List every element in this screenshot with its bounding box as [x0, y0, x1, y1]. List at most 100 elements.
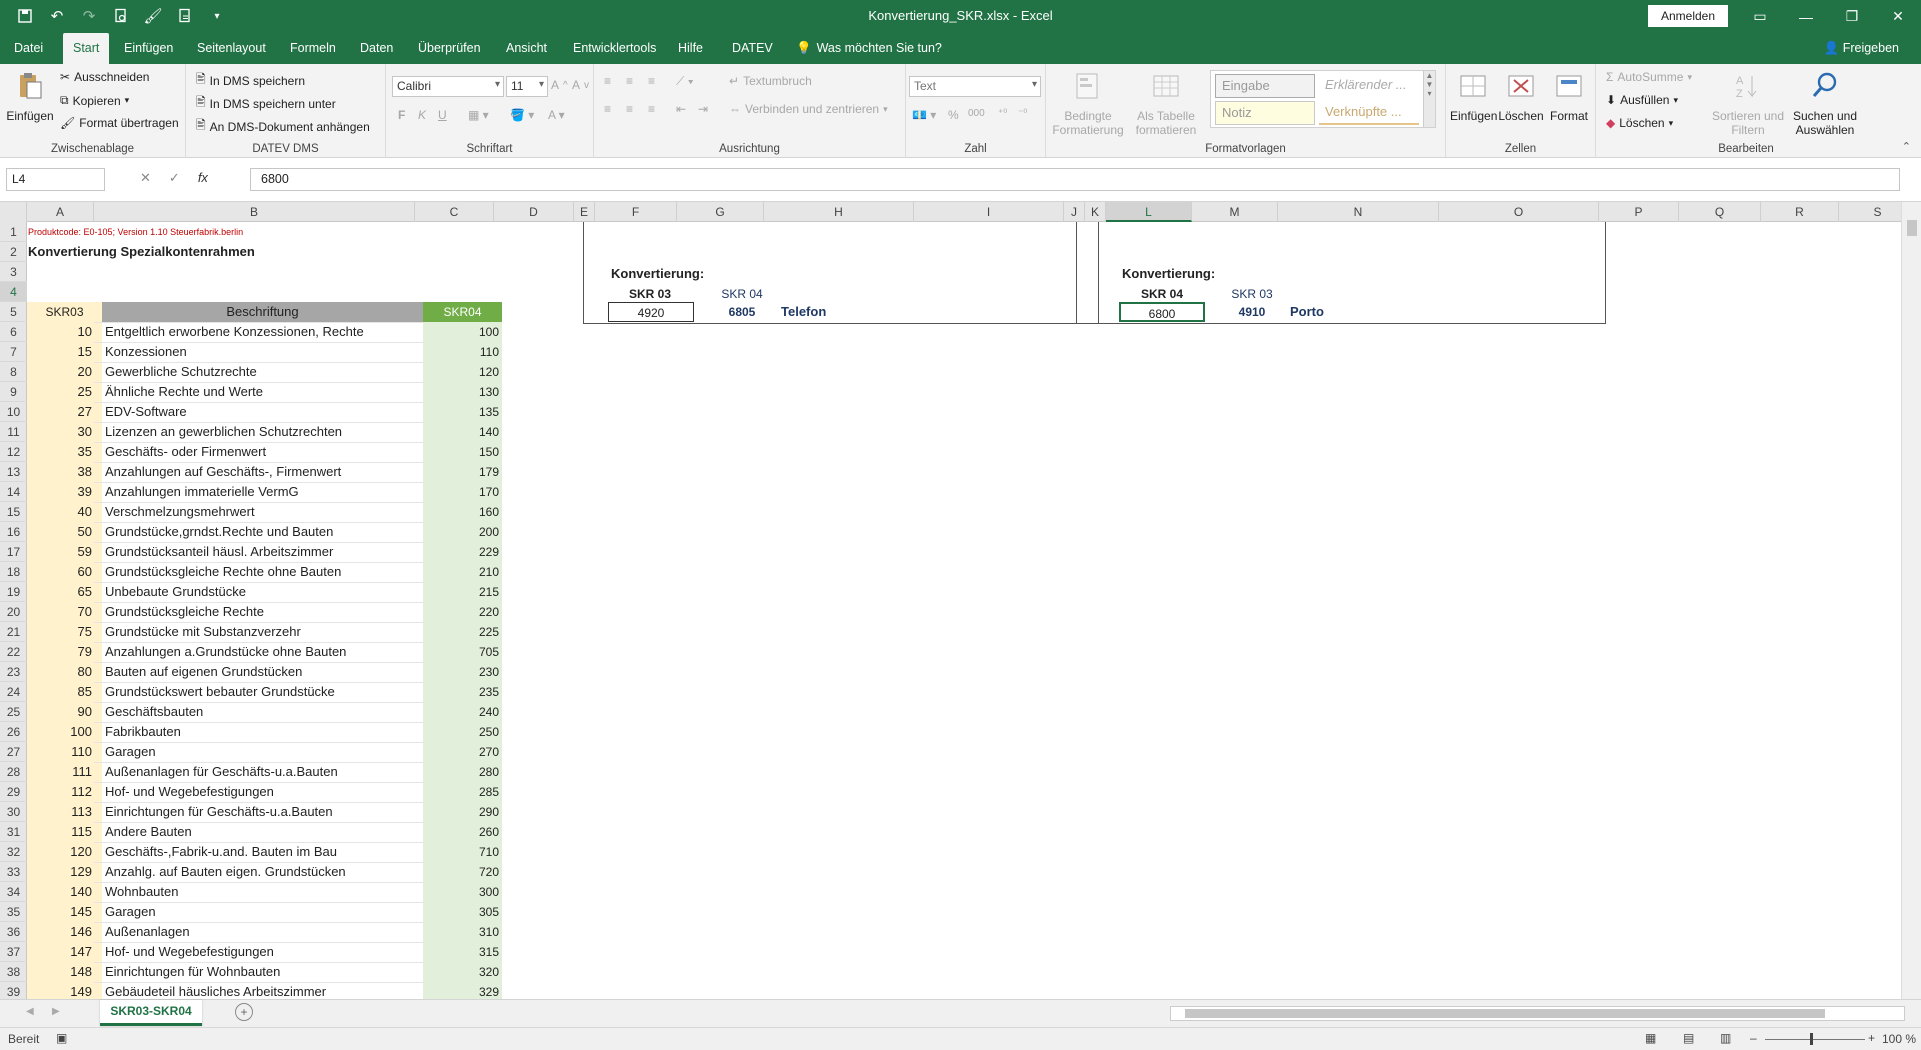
- skr04-cell[interactable]: 220: [423, 602, 502, 622]
- percent-icon[interactable]: %: [948, 108, 959, 122]
- skr03-cell[interactable]: 110: [27, 742, 94, 762]
- row-header[interactable]: 28: [0, 762, 27, 782]
- skr04-cell[interactable]: 100: [423, 322, 502, 342]
- beschriftung-cell[interactable]: Bauten auf eigenen Grundstücken: [102, 662, 423, 682]
- skr03-cell[interactable]: 10: [27, 322, 94, 342]
- row-header[interactable]: 13: [0, 462, 27, 482]
- row-header[interactable]: 36: [0, 922, 27, 942]
- autosum-button[interactable]: Σ AutoSumme ▾: [1606, 70, 1692, 84]
- format-painter-button[interactable]: 🖌 Format übertragen: [60, 116, 179, 130]
- save-icon[interactable]: [14, 5, 36, 27]
- skr04-cell[interactable]: 305: [423, 902, 502, 922]
- skr04-cell[interactable]: 270: [423, 742, 502, 762]
- skr04-cell[interactable]: 150: [423, 442, 502, 462]
- skr04-cell[interactable]: 290: [423, 802, 502, 822]
- font-size-combo[interactable]: 11: [506, 76, 548, 97]
- restore-icon[interactable]: ❐: [1829, 0, 1875, 33]
- skr04-cell[interactable]: 720: [423, 862, 502, 882]
- skr03-cell[interactable]: 25: [27, 382, 94, 402]
- skr04-cell[interactable]: 230: [423, 662, 502, 682]
- beschriftung-cell[interactable]: Unbebaute Grundstücke: [102, 582, 423, 602]
- skr03-cell[interactable]: 147: [27, 942, 94, 962]
- column-header[interactable]: K: [1085, 202, 1106, 222]
- column-header[interactable]: O: [1439, 202, 1599, 222]
- skr03-cell[interactable]: 50: [27, 522, 94, 542]
- font-name-combo[interactable]: Calibri: [392, 76, 504, 97]
- beschriftung-cell[interactable]: Einrichtungen für Geschäfts-u.a.Bauten: [102, 802, 423, 822]
- tab-seitenlayout[interactable]: Seitenlayout: [187, 33, 276, 64]
- skr03-cell[interactable]: 115: [27, 822, 94, 842]
- skr03-cell[interactable]: 113: [27, 802, 94, 822]
- ribbon-display-options-icon[interactable]: ▭: [1737, 0, 1783, 33]
- horizontal-scrollbar[interactable]: [1170, 1006, 1905, 1021]
- column-header[interactable]: I: [914, 202, 1064, 222]
- skr03-cell[interactable]: 145: [27, 902, 94, 922]
- datev-save-icon[interactable]: [174, 5, 196, 27]
- beschriftung-cell[interactable]: Hof- und Wegebefestigungen: [102, 782, 423, 802]
- skr03-cell[interactable]: 148: [27, 962, 94, 982]
- minimize-icon[interactable]: —: [1783, 0, 1829, 33]
- skr04-cell[interactable]: 225: [423, 622, 502, 642]
- beschriftung-cell[interactable]: Entgeltlich erworbene Konzessionen, Rech…: [102, 322, 423, 342]
- beschriftung-cell[interactable]: Andere Bauten: [102, 822, 423, 842]
- sign-in-button[interactable]: Anmelden: [1648, 5, 1728, 27]
- column-header[interactable]: N: [1278, 202, 1439, 222]
- thousands-icon[interactable]: 000: [968, 108, 985, 119]
- skr04-cell[interactable]: 260: [423, 822, 502, 842]
- skr03-cell[interactable]: 149: [27, 982, 94, 999]
- row-header[interactable]: 33: [0, 862, 27, 882]
- shrink-font-icon[interactable]: Av: [572, 78, 589, 92]
- skr03-cell[interactable]: 40: [27, 502, 94, 522]
- fill-color-icon[interactable]: 🪣 ▾: [510, 108, 534, 122]
- tab-ueberpruefen[interactable]: Überprüfen: [408, 33, 491, 64]
- column-header[interactable]: E: [574, 202, 595, 222]
- find-select-button[interactable]: Suchen und Auswählen: [1786, 70, 1864, 137]
- column-header[interactable]: L: [1106, 202, 1192, 222]
- column-header[interactable]: M: [1192, 202, 1278, 222]
- tab-datev[interactable]: DATEV: [722, 33, 783, 64]
- row-header[interactable]: 1: [0, 222, 27, 242]
- skr03-cell[interactable]: 90: [27, 702, 94, 722]
- insert-function-icon[interactable]: fx: [198, 170, 208, 186]
- conv2-result-cell[interactable]: 4910: [1209, 302, 1295, 322]
- row-header[interactable]: 31: [0, 822, 27, 842]
- zoom-level[interactable]: 100 %: [1882, 1032, 1916, 1046]
- zoom-slider[interactable]: [1765, 1039, 1865, 1040]
- beschriftung-cell[interactable]: Grundstückswert bebauter Grundstücke: [102, 682, 423, 702]
- conv1-title[interactable]: Konvertierung:: [611, 264, 761, 284]
- conv1-input-cell[interactable]: 4920: [608, 302, 694, 322]
- skr03-cell[interactable]: 20: [27, 362, 94, 382]
- beschriftung-cell[interactable]: Einrichtungen für Wohnbauten: [102, 962, 423, 982]
- underline-button[interactable]: U: [438, 108, 447, 122]
- select-all-corner[interactable]: [0, 202, 27, 222]
- vertical-scroll-thumb[interactable]: [1907, 220, 1917, 236]
- row-header[interactable]: 25: [0, 702, 27, 722]
- normal-view-icon[interactable]: ▦: [1645, 1031, 1656, 1045]
- beschriftung-cell[interactable]: Anzahlungen auf Geschäfts-, Firmenwert: [102, 462, 423, 482]
- column-header[interactable]: A: [27, 202, 94, 222]
- sort-filter-button[interactable]: AZ Sortieren und Filtern: [1710, 70, 1786, 137]
- skr04-cell[interactable]: 215: [423, 582, 502, 602]
- beschriftung-cell[interactable]: Anzahlungen immaterielle VermG: [102, 482, 423, 502]
- format-as-table-button[interactable]: Als Tabelle formatieren: [1130, 70, 1202, 137]
- conv1-from-label[interactable]: SKR 03: [607, 284, 693, 304]
- beschriftung-cell[interactable]: Gebäudeteil häusliches Arbeitszimmer: [102, 982, 423, 999]
- conv1-name-cell[interactable]: Telefon: [781, 302, 931, 322]
- skr03-cell[interactable]: 112: [27, 782, 94, 802]
- tab-formeln[interactable]: Formeln: [280, 33, 346, 64]
- column-header[interactable]: D: [494, 202, 574, 222]
- skr03-cell[interactable]: 15: [27, 342, 94, 362]
- beschriftung-cell[interactable]: Ähnliche Rechte und Werte: [102, 382, 423, 402]
- undo-icon[interactable]: ↶: [46, 5, 68, 27]
- page-break-view-icon[interactable]: ▥: [1720, 1031, 1731, 1045]
- row-header[interactable]: 23: [0, 662, 27, 682]
- clear-button[interactable]: ◆ Löschen ▾: [1606, 116, 1673, 130]
- dms-attach-button[interactable]: 🖹 An DMS-Dokument anhängen: [196, 116, 370, 137]
- skr04-cell[interactable]: 310: [423, 922, 502, 942]
- delete-cells-button[interactable]: Löschen: [1498, 70, 1544, 123]
- beschriftung-cell[interactable]: Grundstücksgleiche Rechte ohne Bauten: [102, 562, 423, 582]
- row-header[interactable]: 24: [0, 682, 27, 702]
- beschriftung-cell[interactable]: Garagen: [102, 742, 423, 762]
- row-header[interactable]: 35: [0, 902, 27, 922]
- skr04-cell[interactable]: 315: [423, 942, 502, 962]
